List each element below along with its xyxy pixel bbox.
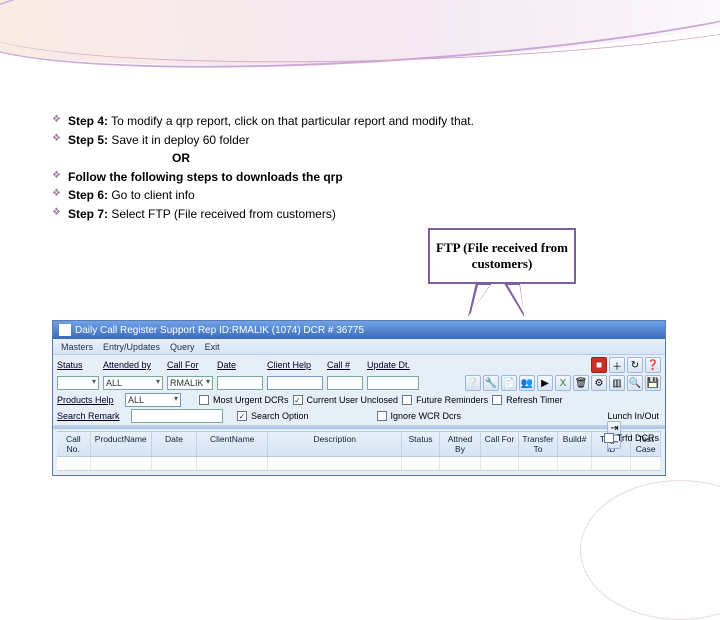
refresh-icon[interactable]: ↻	[627, 357, 643, 373]
searchoption-checkbox[interactable]: ✓	[237, 411, 247, 421]
grid-col-header[interactable]: Date	[152, 432, 197, 456]
grid-col-header[interactable]: Status	[402, 432, 440, 456]
help-icon[interactable]: ❓	[645, 357, 661, 373]
searchremark-field[interactable]	[131, 409, 223, 423]
menu-query[interactable]: Query	[170, 342, 195, 352]
callout-pointer-icon	[460, 283, 492, 317]
ignorewcr-checkbox[interactable]	[377, 411, 387, 421]
label-callno: Call #	[327, 360, 363, 370]
callno-field[interactable]	[327, 376, 363, 390]
grid-col-header[interactable]: Transfer To	[519, 432, 559, 456]
callfor-dropdown[interactable]: RMALIK	[167, 376, 213, 390]
grid-col-header[interactable]: Call For	[481, 432, 519, 456]
excel-icon[interactable]: X	[555, 375, 571, 391]
slide-footer-decoration	[580, 480, 720, 620]
futurerem-checkbox[interactable]	[402, 395, 412, 405]
grid-cell[interactable]	[440, 457, 481, 470]
grid-cell[interactable]	[519, 457, 558, 470]
label-ignorewcr: Ignore WCR Dcrs	[391, 411, 462, 421]
menu-entry-updates[interactable]: Entry/Updates	[103, 342, 160, 352]
step-7: Step 7: Select FTP (File received from c…	[52, 205, 474, 224]
clienthelp-field[interactable]	[267, 376, 323, 390]
mosturgent-checkbox[interactable]	[199, 395, 209, 405]
window-titlebar[interactable]: Daily Call Register Support Rep ID:RMALI…	[53, 321, 665, 339]
grid-col-header[interactable]: Description	[268, 432, 402, 456]
grid-col-header[interactable]: ClientName	[197, 432, 268, 456]
label-status: Status	[57, 360, 99, 370]
label-attendedby: Attended by	[103, 360, 163, 370]
app-icon	[59, 324, 71, 336]
refresh-checkbox[interactable]	[492, 395, 502, 405]
trfdcr-checkbox[interactable]	[604, 433, 614, 443]
grid-header: Call No.ProductNameDateClientNameDescrip…	[57, 431, 661, 457]
label-refresh: Refresh Timer	[506, 395, 563, 405]
grid-cell[interactable]	[57, 457, 91, 470]
attendedby-dropdown[interactable]: ALL	[103, 376, 163, 390]
productshelp-dropdown[interactable]: ALL	[125, 393, 181, 407]
status-dropdown[interactable]	[57, 376, 99, 390]
menu-bar: Masters Entry/Updates Query Exit	[53, 339, 665, 355]
grid-cell[interactable]	[558, 457, 592, 470]
secondary-toolbar: ❔ 🔧 📄 👥 ▶ X 🗑 ⚙ ▥ 🔍 💾	[465, 375, 661, 391]
red-action-icon[interactable]: ■	[591, 357, 607, 373]
window-title: Daily Call Register Support Rep ID:RMALI…	[75, 325, 364, 336]
grid-cell[interactable]	[481, 457, 519, 470]
trfd-dcrs: Trfd DCRs	[604, 433, 659, 443]
currentuser-checkbox[interactable]: ✓	[293, 395, 303, 405]
tools-icon[interactable]: 🔧	[483, 375, 499, 391]
main-toolbar: ■ ＋ ↻ ❓	[591, 357, 661, 373]
add-icon[interactable]: ＋	[609, 357, 625, 373]
step-4: Step 4: To modify a qrp report, click on…	[52, 112, 474, 131]
columns-icon[interactable]: ▥	[609, 375, 625, 391]
grid-cell[interactable]	[631, 457, 661, 470]
follow-steps: Follow the following steps to downloads …	[52, 168, 474, 187]
grid-cell[interactable]	[268, 457, 402, 470]
filter-panel: Status Attended by Call For Date Client …	[53, 355, 665, 475]
label-productshelp: Products Help	[57, 395, 121, 405]
updatedt-field[interactable]	[367, 376, 419, 390]
users-icon[interactable]: 👥	[519, 375, 535, 391]
grid-col-header[interactable]: ProductName	[91, 432, 152, 456]
label-trfdcr: Trfd DCRs	[617, 433, 659, 443]
label-searchoption: Search Option	[251, 411, 309, 421]
grid-body	[57, 457, 661, 471]
help2-icon[interactable]: ❔	[465, 375, 481, 391]
lunch-in-out: Lunch In/Out ⇥ ⇤	[607, 411, 659, 449]
gear-icon[interactable]: ⚙	[591, 375, 607, 391]
or-separator: OR	[52, 149, 474, 168]
steps-list: Step 4: To modify a qrp report, click on…	[52, 112, 474, 224]
slide-header-decoration	[0, 0, 720, 70]
grid-col-header[interactable]: Call No.	[57, 432, 91, 456]
save-icon[interactable]: 💾	[645, 375, 661, 391]
page-icon[interactable]: 📄	[501, 375, 517, 391]
label-searchremark: Search Remark	[57, 411, 127, 421]
label-lunch: Lunch In/Out	[607, 411, 659, 421]
label-callfor: Call For	[167, 360, 213, 370]
date-field[interactable]	[217, 376, 263, 390]
step-5: Step 5: Save it in deploy 60 folder	[52, 131, 474, 150]
trash-icon[interactable]: 🗑	[573, 375, 589, 391]
label-updatedt: Update Dt.	[367, 360, 419, 370]
play-icon[interactable]: ▶	[537, 375, 553, 391]
grid-cell[interactable]	[197, 457, 268, 470]
step-6: Step 6: Go to client info	[52, 186, 474, 205]
panel-divider	[53, 425, 665, 429]
grid-cell[interactable]	[592, 457, 631, 470]
grid-cell[interactable]	[402, 457, 440, 470]
grid-cell[interactable]	[91, 457, 152, 470]
label-clienthelp: Client Help	[267, 360, 323, 370]
label-futurerem: Future Reminders	[416, 395, 488, 405]
ftp-callout: FTP (File received from customers)	[428, 228, 576, 284]
daily-call-register-window: Daily Call Register Support Rep ID:RMALI…	[52, 320, 666, 476]
label-mosturgent: Most Urgent DCRs	[213, 395, 289, 405]
label-date: Date	[217, 360, 263, 370]
grid-col-header[interactable]: Attned By	[440, 432, 481, 456]
menu-masters[interactable]: Masters	[61, 342, 93, 352]
grid-col-header[interactable]: Build#	[558, 432, 592, 456]
search-icon[interactable]: 🔍	[627, 375, 643, 391]
callout-pointer-icon	[504, 283, 532, 317]
grid-cell[interactable]	[152, 457, 197, 470]
menu-exit[interactable]: Exit	[205, 342, 220, 352]
label-currentuser: Current User Unclosed	[307, 395, 399, 405]
